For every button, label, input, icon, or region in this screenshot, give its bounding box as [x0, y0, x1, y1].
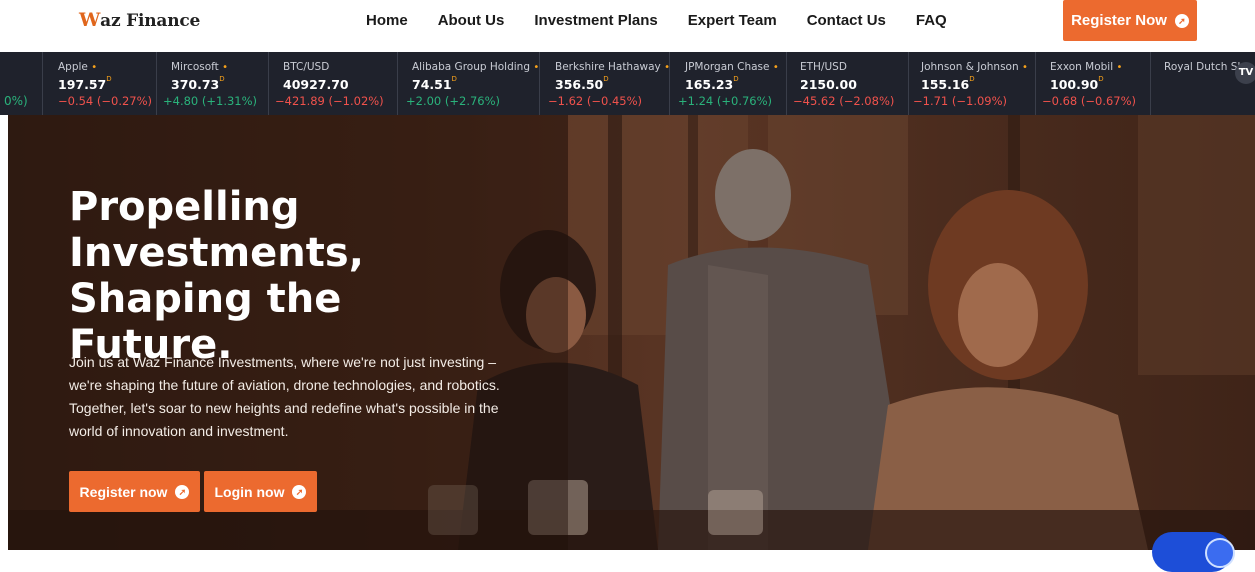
ticker-price: 356.50D	[555, 75, 609, 92]
ticker-symbol-name: Apple •	[58, 61, 98, 73]
ticker-item[interactable]: BTC/USD 40927.70 −421.89 (−1.02%)	[269, 52, 398, 115]
ticker-item[interactable]: Mircosoft • 370.73D +4.80 (+1.31%)	[157, 52, 269, 115]
register-now-cta-button[interactable]: Register now ➚	[69, 471, 200, 512]
ticker-change: −421.89 (−1.02%)	[275, 94, 384, 108]
ticker-symbol-name: ETH/USD	[800, 61, 847, 73]
register-now-button[interactable]: Register Now ➚	[1063, 0, 1197, 41]
ticker-price: 2150.00	[800, 77, 857, 92]
ticker-symbol-name: Exxon Mobil •	[1050, 61, 1123, 73]
ticker-change: +1.24 (+0.76%)	[678, 94, 773, 108]
hero-section: Propelling Investments, Shaping the Futu…	[8, 115, 1255, 550]
ticker-item[interactable]: Berkshire Hathaway • 356.50D −1.62 (−0.4…	[540, 52, 670, 115]
ticker-change: −0.54 (−0.27%)	[58, 94, 153, 108]
tradingview-icon[interactable]: TV	[1235, 62, 1255, 84]
ticker-change: +2.00 (+2.76%)	[406, 94, 501, 108]
main-nav: Home About Us Investment Plans Expert Te…	[351, 12, 962, 29]
ticker-symbol-name: Berkshire Hathaway •	[555, 61, 671, 73]
ticker-item[interactable]: Royal Dutch Sh	[1151, 52, 1255, 115]
logo-mark: W	[79, 9, 101, 31]
arrow-up-right-circle-icon: ➚	[1174, 13, 1189, 28]
logo-text: az Finance	[100, 11, 201, 31]
login-now-label: Login now	[214, 483, 285, 500]
nav-investment-plans[interactable]: Investment Plans	[519, 12, 672, 29]
nav-contact-us[interactable]: Contact Us	[792, 12, 901, 29]
ticker-item[interactable]: Apple • 197.57D −0.54 (−0.27%)	[42, 52, 157, 115]
ticker-item[interactable]: Johnson & Johnson • 155.16D −1.71 (−1.09…	[909, 52, 1036, 115]
ticker-item[interactable]: Alibaba Group Holding • 74.51D +2.00 (+2…	[398, 52, 540, 115]
hero-description: Join us at Waz Finance Investments, wher…	[69, 354, 500, 439]
site-header: Waz Finance Home About Us Investment Pla…	[0, 0, 1255, 51]
ticker-change: +4.80 (+1.31%)	[163, 94, 258, 108]
ticker-item[interactable]: JPMorgan Chase • 165.23D +1.24 (+0.76%)	[670, 52, 787, 115]
nav-faq[interactable]: FAQ	[901, 12, 962, 29]
ticker-price: 370.73D	[171, 75, 225, 92]
register-now-cta-label: Register now	[79, 483, 168, 500]
ticker-price: 165.23D	[685, 75, 739, 92]
hero-title: Propelling Investments, Shaping the Futu…	[69, 184, 364, 368]
ticker-clipped-change: 0%)	[4, 94, 28, 108]
ticker-symbol-name: Alibaba Group Holding •	[412, 61, 540, 73]
ticker-price: 155.16D	[921, 75, 975, 92]
stock-ticker-tape: 0%) Apple • 197.57D −0.54 (−0.27%) Mirco…	[0, 52, 1255, 115]
ticker-change: −0.68 (−0.67%)	[1042, 94, 1137, 108]
logo[interactable]: Waz Finance	[79, 9, 200, 31]
register-now-label: Register Now	[1071, 12, 1167, 29]
arrow-up-right-circle-icon: ➚	[292, 484, 307, 499]
ticker-item[interactable]: ETH/USD 2150.00 −45.62 (−2.08%)	[787, 52, 909, 115]
ticker-item[interactable]: Exxon Mobil • 100.90D −0.68 (−0.67%)	[1036, 52, 1151, 115]
ticker-symbol-name: Johnson & Johnson •	[921, 61, 1028, 73]
ticker-change: −45.62 (−2.08%)	[793, 94, 895, 108]
ticker-price: 40927.70	[283, 77, 349, 92]
chat-icon[interactable]	[1205, 538, 1235, 568]
ticker-symbol-name: JPMorgan Chase •	[685, 61, 779, 73]
ticker-change: −1.71 (−1.09%)	[913, 94, 1008, 108]
ticker-symbol-name: BTC/USD	[283, 61, 330, 73]
ticker-symbol-name: Royal Dutch Sh	[1164, 61, 1245, 73]
ticker-change: −1.62 (−0.45%)	[548, 94, 643, 108]
nav-home[interactable]: Home	[351, 12, 423, 29]
ticker-symbol-name: Mircosoft •	[171, 61, 229, 73]
ticker-price: 74.51D	[412, 75, 457, 92]
login-now-button[interactable]: Login now ➚	[204, 471, 317, 512]
nav-about-us[interactable]: About Us	[423, 12, 520, 29]
ticker-price: 100.90D	[1050, 75, 1104, 92]
ticker-price: 197.57D	[58, 75, 112, 92]
nav-expert-team[interactable]: Expert Team	[673, 12, 792, 29]
arrow-up-right-circle-icon: ➚	[175, 484, 190, 499]
